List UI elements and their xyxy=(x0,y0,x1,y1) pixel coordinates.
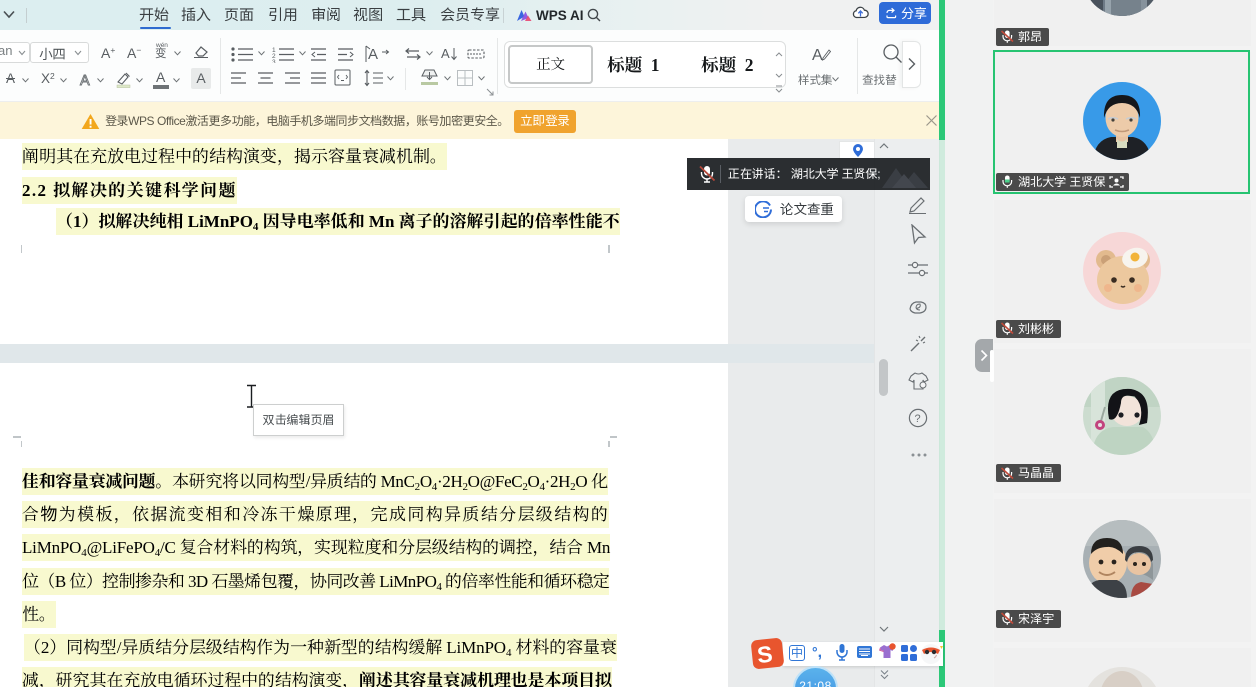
svg-text:A: A xyxy=(80,73,90,87)
